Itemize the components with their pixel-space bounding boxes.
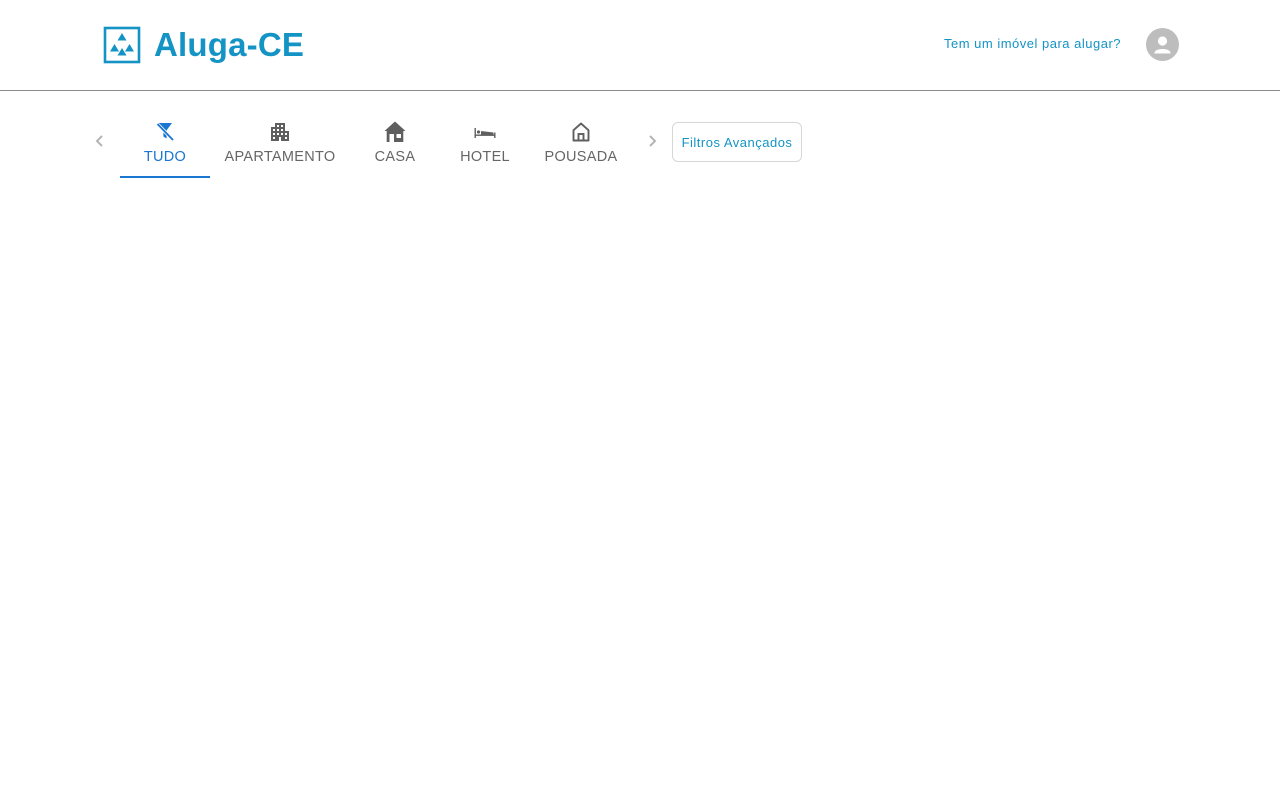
- list-property-link[interactable]: Tem um imóvel para alugar?: [944, 36, 1121, 52]
- tab-tudo[interactable]: TUDO: [120, 120, 210, 178]
- brand-title: Aluga-CE: [154, 26, 305, 63]
- brand-home-link[interactable]: Aluga-CE: [103, 26, 304, 64]
- home-outline-icon: [569, 120, 593, 144]
- tab-casa-label: CASA: [374, 149, 416, 165]
- chevron-left-icon: [92, 131, 108, 151]
- active-tab-indicator: [120, 176, 210, 178]
- category-tabs: TUDO APARTAMENTO CASA HOTEL POUSADA Filt…: [0, 91, 1280, 181]
- house-icon: [383, 120, 407, 144]
- account-icon: [1146, 28, 1179, 61]
- logo-icon: [103, 26, 141, 64]
- tab-apartamento[interactable]: APARTAMENTO: [220, 120, 340, 178]
- filter-off-icon: [153, 120, 177, 144]
- tab-hotel-label: HOTEL: [460, 149, 510, 165]
- tabs-scroll-left-button[interactable]: [92, 131, 108, 151]
- tab-pousada[interactable]: POUSADA: [541, 120, 621, 178]
- tab-tudo-label: TUDO: [143, 149, 187, 165]
- advanced-filters-button[interactable]: Filtros Avançados: [672, 122, 802, 162]
- tab-pousada-label: POUSADA: [544, 149, 618, 165]
- chevron-right-icon: [644, 131, 660, 151]
- account-avatar-button[interactable]: [1146, 28, 1179, 61]
- tabs-scroll-right-button[interactable]: [644, 131, 660, 151]
- site-header: Aluga-CE Tem um imóvel para alugar?: [0, 0, 1280, 91]
- apartment-icon: [268, 120, 292, 144]
- tab-apartamento-label: APARTAMENTO: [224, 149, 336, 165]
- tab-hotel[interactable]: HOTEL: [445, 120, 525, 178]
- hotel-bed-icon: [473, 120, 497, 144]
- tab-casa[interactable]: CASA: [355, 120, 435, 178]
